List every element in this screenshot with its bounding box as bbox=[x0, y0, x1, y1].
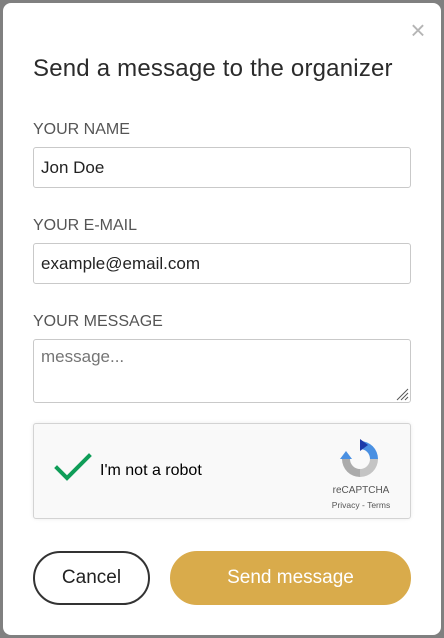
check-mark-icon[interactable] bbox=[54, 452, 92, 482]
email-input[interactable] bbox=[33, 243, 411, 284]
not-a-robot-label: I'm not a robot bbox=[100, 462, 202, 479]
send-message-button[interactable]: Send message bbox=[170, 551, 411, 605]
name-label: YOUR NAME bbox=[33, 121, 130, 138]
contact-organizer-dialog: × Send a message to the organizer YOUR N… bbox=[3, 3, 441, 635]
cancel-button[interactable]: Cancel bbox=[33, 551, 150, 605]
email-label: YOUR E-MAIL bbox=[33, 217, 138, 234]
name-input[interactable] bbox=[33, 147, 411, 188]
dialog-title: Send a message to the organizer bbox=[33, 55, 393, 82]
message-label: YOUR MESSAGE bbox=[33, 313, 163, 330]
recaptcha-terms-link[interactable]: Terms bbox=[367, 500, 390, 510]
recaptcha-links: Privacy - Terms bbox=[322, 500, 400, 510]
resize-grip-icon[interactable] bbox=[395, 387, 409, 401]
recaptcha-privacy-link[interactable]: Privacy bbox=[332, 500, 360, 510]
message-textarea[interactable] bbox=[33, 339, 411, 403]
recaptcha-brand-text: reCAPTCHA bbox=[332, 485, 390, 496]
recaptcha-logo-icon bbox=[340, 439, 378, 477]
close-icon[interactable]: × bbox=[407, 17, 429, 43]
recaptcha-link-separator: - bbox=[359, 500, 368, 510]
recaptcha-widget: I'm not a robot reCAPTCHA Privacy - Term… bbox=[33, 423, 411, 519]
